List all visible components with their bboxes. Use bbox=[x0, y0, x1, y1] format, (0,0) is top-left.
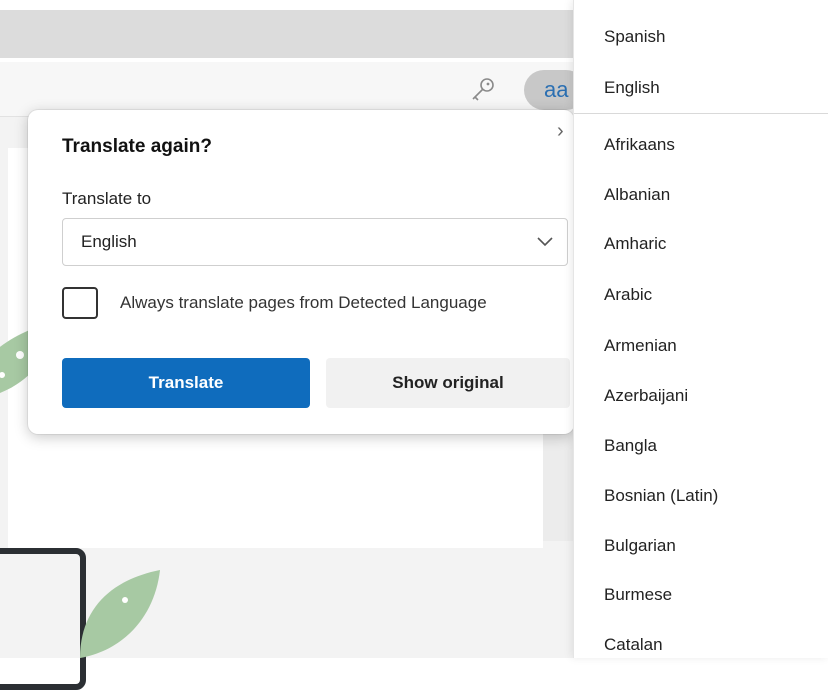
chevron-down-icon bbox=[537, 237, 553, 247]
popup-title: Translate again? bbox=[62, 136, 212, 157]
close-icon[interactable]: › bbox=[557, 120, 564, 143]
target-language-select[interactable]: English bbox=[62, 218, 568, 266]
language-option[interactable]: Armenian bbox=[604, 336, 677, 356]
translate-popup: Translate again? › Translate to English … bbox=[28, 110, 574, 434]
language-option[interactable]: Arabic bbox=[604, 285, 652, 305]
always-translate-label: Always translate pages from Detected Lan… bbox=[120, 293, 487, 312]
always-translate-row[interactable]: Always translate pages from Detected Lan… bbox=[62, 285, 562, 345]
language-dropdown-list: Spanish English Afrikaans Albanian Amhar… bbox=[573, 0, 828, 658]
language-option[interactable]: Burmese bbox=[604, 585, 672, 605]
language-option[interactable]: Albanian bbox=[604, 185, 670, 205]
language-option[interactable]: Azerbaijani bbox=[604, 386, 688, 406]
tab-strip bbox=[0, 10, 580, 58]
language-option[interactable]: English bbox=[604, 78, 660, 98]
language-option[interactable]: Bosnian (Latin) bbox=[604, 486, 718, 506]
selected-language-value: English bbox=[81, 232, 137, 251]
key-icon[interactable] bbox=[468, 76, 496, 104]
language-option[interactable]: Amharic bbox=[604, 234, 666, 254]
language-option[interactable]: Catalan bbox=[604, 635, 663, 655]
language-option[interactable]: Bulgarian bbox=[604, 536, 676, 556]
language-option[interactable]: Bangla bbox=[604, 436, 657, 456]
leaf-illustration bbox=[80, 570, 160, 658]
always-translate-checkbox[interactable] bbox=[62, 287, 98, 319]
translate-button[interactable]: Translate bbox=[62, 358, 310, 408]
show-original-button[interactable]: Show original bbox=[326, 358, 570, 408]
language-option[interactable]: Afrikaans bbox=[604, 135, 675, 155]
list-divider bbox=[574, 113, 828, 114]
translate-to-label: Translate to bbox=[62, 189, 152, 208]
language-option[interactable]: Spanish bbox=[604, 27, 665, 47]
